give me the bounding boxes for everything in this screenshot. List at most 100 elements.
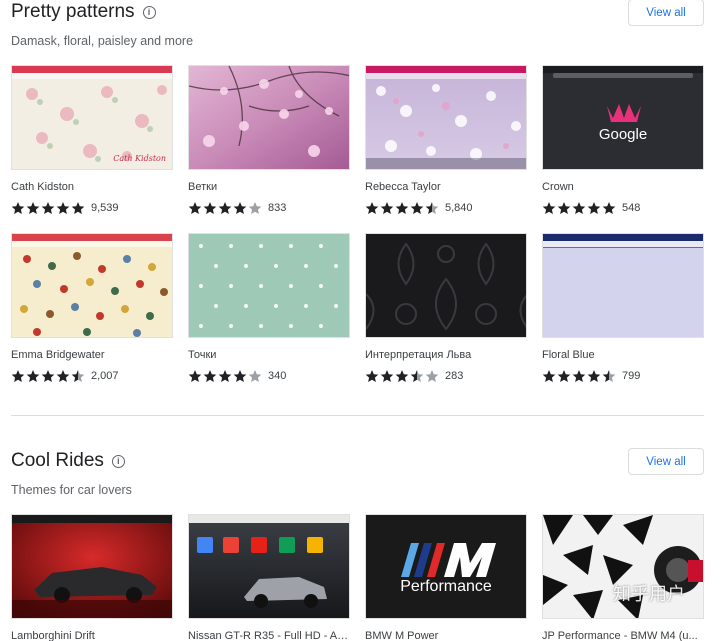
- star-full-icon: [587, 370, 601, 382]
- section-subtitle: Themes for car lovers: [11, 483, 132, 497]
- theme-card[interactable]: Google Crown 548: [542, 65, 704, 215]
- theme-card[interactable]: Ветки 833: [188, 65, 350, 215]
- rating-count: 548: [622, 202, 641, 214]
- section-title-text: Pretty patterns: [11, 1, 135, 22]
- star-full-icon: [365, 202, 379, 214]
- theme-thumbnail: Performance: [365, 514, 527, 619]
- theme-rating: 548: [542, 201, 704, 215]
- theme-name: JP Performance - BMW M4 (u...: [542, 630, 698, 641]
- theme-rating: 2,007: [11, 369, 173, 383]
- star-full-icon: [542, 202, 556, 214]
- star-full-icon: [380, 202, 394, 214]
- theme-name: Rebecca Taylor: [365, 181, 441, 193]
- theme-card[interactable]: 知乎用户 JP Performance - BMW M4 (u...: [542, 514, 704, 641]
- star-full-icon: [602, 202, 616, 214]
- theme-card[interactable]: Rebecca Taylor 5,840: [365, 65, 527, 215]
- theme-rating: 833: [188, 201, 350, 215]
- view-all-button[interactable]: View all: [628, 448, 704, 475]
- section-subtitle: Damask, floral, paisley and more: [11, 34, 194, 48]
- star-full-icon: [188, 202, 202, 214]
- theme-rating: 340: [188, 369, 350, 383]
- theme-card[interactable]: Floral Blue 799: [542, 233, 704, 383]
- star-full-icon: [203, 202, 217, 214]
- theme-card[interactable]: Performance BMW M Power: [365, 514, 527, 641]
- theme-thumbnail: [11, 514, 173, 619]
- theme-thumbnail: [365, 65, 527, 170]
- star-full-icon: [218, 370, 232, 382]
- theme-logo: Performance: [400, 578, 492, 595]
- theme-name: BMW M Power: [365, 630, 439, 641]
- theme-card[interactable]: Lamborghini Drift: [11, 514, 173, 641]
- theme-card[interactable]: Nissan GT-R R35 - Full HD - Axla: [188, 514, 350, 641]
- star-full-icon: [11, 370, 25, 382]
- star-full-icon: [395, 202, 409, 214]
- star-full-icon: [572, 202, 586, 214]
- rating-count: 799: [622, 370, 641, 382]
- section-title: Cool Rides i: [11, 450, 125, 472]
- section-title: Pretty patterns i: [11, 1, 156, 23]
- star-rating: [11, 201, 85, 215]
- star-half-icon: [425, 202, 439, 214]
- dots-pattern-image: [189, 234, 349, 337]
- star-empty-icon: [248, 370, 262, 382]
- info-icon[interactable]: i: [142, 5, 156, 19]
- star-full-icon: [41, 370, 55, 382]
- rating-count: 283: [445, 370, 464, 382]
- polka-dot-image: [12, 234, 172, 337]
- star-full-icon: [218, 202, 232, 214]
- theme-name: Ветки: [188, 181, 218, 193]
- theme-card[interactable]: Emma Bridgewater 2,007: [11, 233, 173, 383]
- star-full-icon: [203, 370, 217, 382]
- theme-thumbnail: [188, 65, 350, 170]
- theme-rating: 5,840: [365, 201, 527, 215]
- cherry-blossom-image: [189, 66, 349, 169]
- section-title-text: Cool Rides: [11, 450, 104, 471]
- theme-logo: Cath Kidston: [113, 154, 166, 163]
- theme-thumbnail: [542, 233, 704, 338]
- star-empty-icon: [248, 202, 262, 214]
- theme-logo: Google: [598, 126, 648, 143]
- star-rating: [542, 369, 616, 383]
- info-icon[interactable]: i: [111, 454, 125, 468]
- star-full-icon: [365, 370, 379, 382]
- star-rating: [365, 201, 439, 215]
- star-rating: [542, 201, 616, 215]
- theme-rating: 799: [542, 369, 704, 383]
- theme-name: Nissan GT-R R35 - Full HD - Axla: [188, 630, 350, 641]
- star-full-icon: [233, 370, 247, 382]
- watermark: 知乎用户: [613, 584, 685, 605]
- star-full-icon: [26, 202, 40, 214]
- theme-thumbnail: 知乎用户: [542, 514, 704, 619]
- theme-thumbnail: [188, 233, 350, 338]
- theme-card[interactable]: Интерпретация Льва 283: [365, 233, 527, 383]
- star-full-icon: [572, 370, 586, 382]
- theme-card[interactable]: Точки 340: [188, 233, 350, 383]
- theme-name: Lamborghini Drift: [11, 630, 95, 641]
- star-full-icon: [395, 370, 409, 382]
- star-rating: [188, 201, 262, 215]
- star-full-icon: [11, 202, 25, 214]
- damask-pattern-image: [366, 234, 526, 337]
- star-full-icon: [188, 370, 202, 382]
- theme-name: Crown: [542, 181, 574, 193]
- view-all-button[interactable]: View all: [628, 0, 704, 26]
- star-full-icon: [557, 202, 571, 214]
- m-logo-icon: [366, 515, 526, 618]
- theme-card[interactable]: Cath Kidston Cath Kidston 9,539: [11, 65, 173, 215]
- star-half-icon: [602, 370, 616, 382]
- star-full-icon: [56, 202, 70, 214]
- star-full-icon: [587, 202, 601, 214]
- gtr-car-image: [189, 515, 349, 618]
- star-full-icon: [233, 202, 247, 214]
- star-full-icon: [410, 202, 424, 214]
- floral-dot-image: [366, 66, 526, 169]
- star-empty-icon: [425, 370, 439, 382]
- rating-count: 9,539: [91, 202, 119, 214]
- theme-name: Интерпретация Льва: [365, 349, 472, 361]
- star-rating: [11, 369, 85, 383]
- star-half-icon: [410, 370, 424, 382]
- star-full-icon: [71, 202, 85, 214]
- star-rating: [188, 369, 262, 383]
- star-half-icon: [71, 370, 85, 382]
- star-rating: [365, 369, 439, 383]
